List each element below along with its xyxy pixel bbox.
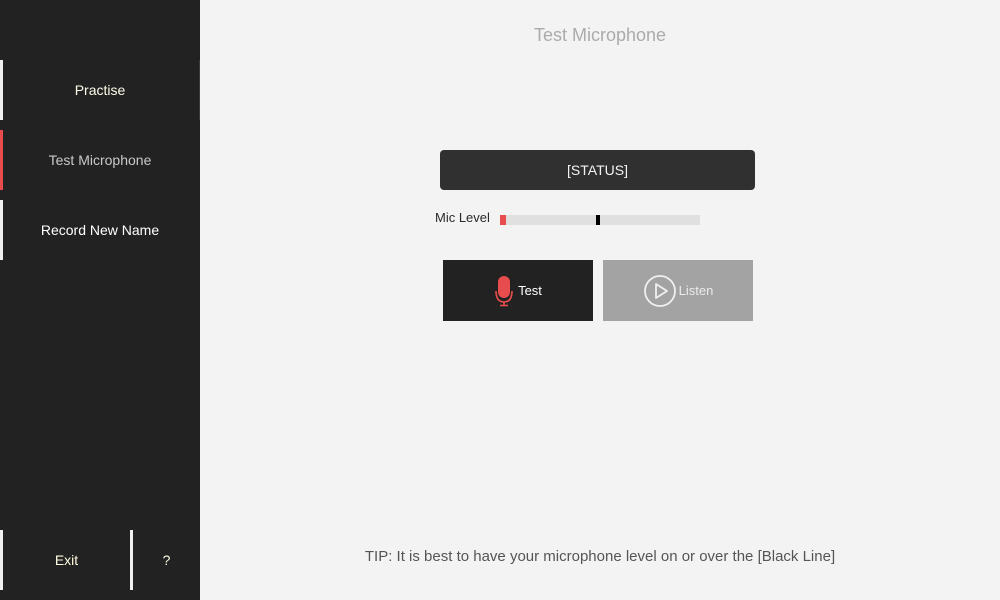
sidebar-item-practise[interactable]: Practise — [0, 60, 200, 120]
sidebar: Practise Test Microphone Record New Name… — [0, 0, 200, 600]
mic-level-meter — [500, 215, 700, 225]
sidebar-item-label: Test Microphone — [48, 152, 152, 168]
help-button[interactable]: ? — [133, 530, 200, 590]
page-title: Test Microphone — [533, 25, 667, 45]
test-button[interactable]: Test — [443, 260, 593, 321]
test-button-label: Test — [518, 283, 542, 298]
mic-level-label: Mic Level — [435, 210, 490, 225]
mic-threshold-marker — [596, 215, 600, 225]
help-label: ? — [162, 552, 171, 568]
mic-level-fill — [500, 215, 506, 225]
exit-label: Exit — [54, 552, 79, 568]
play-circle-icon — [643, 274, 677, 308]
status-box: [STATUS] — [440, 150, 755, 190]
exit-button[interactable]: Exit — [0, 530, 133, 590]
listen-button[interactable]: Listen — [603, 260, 753, 321]
sidebar-item-test-microphone[interactable]: Test Microphone — [0, 130, 200, 190]
status-text: [STATUS] — [567, 162, 628, 178]
sidebar-item-label: Record New Name — [40, 222, 160, 238]
sidebar-item-record-new-name[interactable]: Record New Name — [0, 200, 200, 260]
sidebar-item-label: Practise — [74, 82, 126, 98]
tip-text: TIP: It is best to have your microphone … — [364, 548, 836, 565]
listen-button-label: Listen — [678, 283, 714, 298]
microphone-icon — [494, 274, 514, 308]
